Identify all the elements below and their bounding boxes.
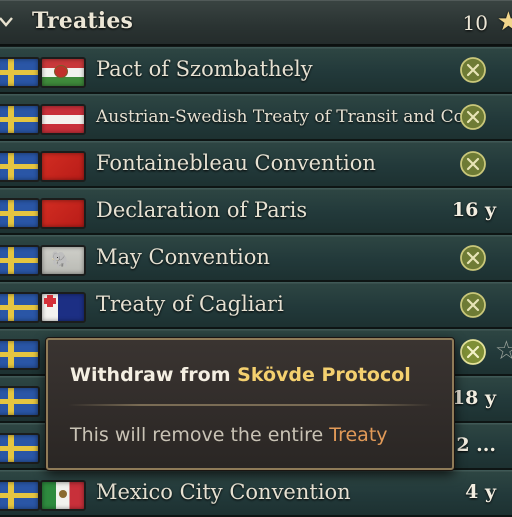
sweden-flag-icon — [0, 245, 40, 276]
hungary-flag-icon — [40, 57, 86, 88]
austria-flag-icon — [40, 104, 86, 135]
red-flag-icon — [40, 151, 86, 182]
mexico-flag-icon — [40, 480, 86, 511]
treaty-row-treaty-of-cagliari[interactable]: Treaty of Cagliari — [0, 282, 512, 329]
sweden-flag-icon — [0, 57, 40, 88]
treaty-name: Declaration of Paris — [96, 198, 308, 222]
treaty-row-fontainebleau[interactable]: Fontainebleau Convention — [0, 141, 512, 188]
tooltip-title: Withdraw from Skövde Protocol — [70, 364, 411, 386]
treaty-row-declaration-of-paris[interactable]: Declaration of Paris 16 y — [0, 188, 512, 235]
sardinia-flag-icon — [40, 292, 86, 323]
cancel-x-icon[interactable] — [459, 244, 487, 272]
cancel-x-icon[interactable] — [459, 103, 487, 131]
star-icon[interactable]: ☆ — [495, 336, 512, 366]
tooltip-body: This will remove the entire Treaty — [70, 424, 388, 446]
tooltip-treaty-link: Treaty — [329, 424, 388, 446]
treaty-count: 10 — [462, 11, 488, 35]
sweden-flag-icon — [0, 480, 40, 511]
treaty-duration: 2 ... — [456, 434, 496, 456]
treaty-name: Treaty of Cagliari — [96, 292, 284, 316]
treaty-row-mexico-city-convention[interactable]: Mexico City Convention 4 y — [0, 470, 512, 517]
tooltip-divider — [68, 404, 432, 406]
treaty-row-pact-of-szombathely[interactable]: Pact of Szombathely — [0, 47, 512, 94]
treaty-row-austrian-swedish[interactable]: Austrian-Swedish Treaty of Transit and C… — [0, 94, 512, 141]
star-icon[interactable]: ★ — [497, 7, 512, 37]
sweden-flag-icon — [0, 151, 40, 182]
cancel-x-icon[interactable] — [459, 56, 487, 84]
red-flag-icon — [40, 198, 86, 229]
withdraw-tooltip: Withdraw from Skövde Protocol This will … — [46, 338, 454, 470]
sweden-flag-icon — [0, 386, 40, 417]
sweden-flag-icon — [0, 104, 40, 135]
cancel-x-icon[interactable] — [459, 150, 487, 178]
treaty-duration: 18 y — [451, 387, 496, 409]
section-title: Treaties — [32, 8, 134, 34]
treaty-name: Fontainebleau Convention — [96, 151, 376, 175]
treaty-name: Pact of Szombathely — [96, 57, 313, 81]
treaties-header[interactable]: Treaties 10 ★ — [0, 0, 512, 46]
cancel-x-icon[interactable] — [459, 338, 487, 366]
treaty-duration: 4 y — [465, 481, 496, 503]
chevron-down-icon[interactable] — [0, 14, 14, 30]
sweden-flag-icon — [0, 339, 40, 370]
treaty-name: May Convention — [96, 245, 270, 269]
treaty-row-may-convention[interactable]: 🐘 May Convention — [0, 235, 512, 282]
treaty-duration: 16 y — [451, 199, 496, 221]
tooltip-treaty-name: Skövde Protocol — [237, 364, 411, 386]
elephant-flag-icon: 🐘 — [40, 245, 86, 276]
sweden-flag-icon — [0, 292, 40, 323]
cancel-x-icon[interactable] — [459, 291, 487, 319]
sweden-flag-icon — [0, 198, 40, 229]
treaty-name: Austrian-Swedish Treaty of Transit and C… — [96, 107, 464, 127]
treaty-name: Mexico City Convention — [96, 480, 351, 504]
sweden-flag-icon — [0, 433, 40, 464]
